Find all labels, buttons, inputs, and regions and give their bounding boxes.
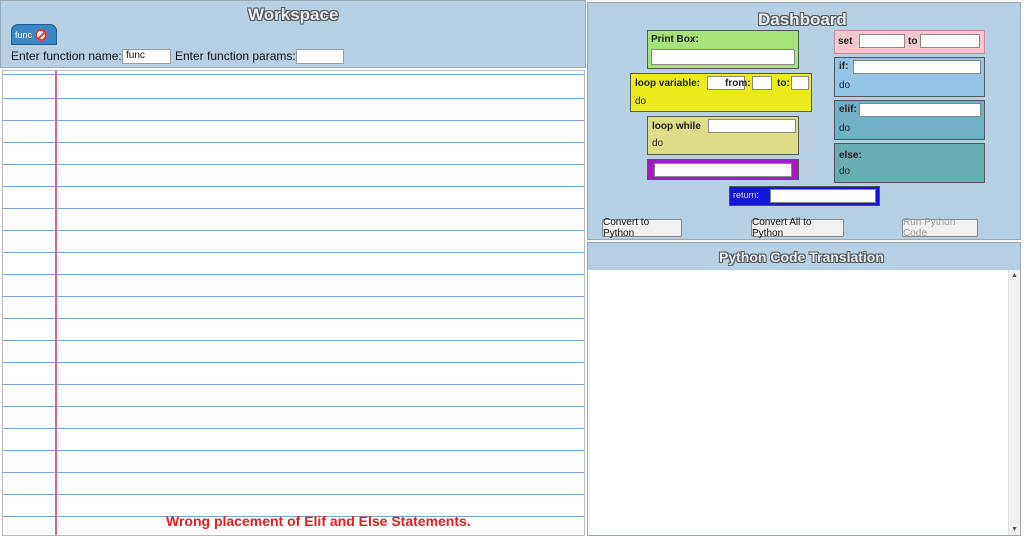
loop-variable-do-label: do [635, 96, 647, 107]
loop-while-label: loop while [652, 121, 701, 132]
set-to-label: to [908, 36, 918, 47]
dashboard-title: Dashboard [758, 10, 847, 29]
elif-condition-input[interactable] [859, 103, 981, 117]
close-tab-icon[interactable] [35, 28, 48, 41]
scroll-up-icon[interactable]: ▲ [1009, 270, 1020, 281]
run-python-code-button[interactable]: Run Python Code [902, 217, 978, 239]
dashboard-panel: Dashboard Print Box: loop variable: from… [587, 2, 1021, 240]
function-params-label: Enter function params: [175, 49, 296, 63]
elif-do-label: do [839, 123, 851, 134]
loop-while-input[interactable] [708, 119, 796, 133]
function-tab[interactable]: func [11, 24, 57, 45]
set-variable-input[interactable] [859, 34, 905, 48]
elif-block[interactable]: elif: do [834, 100, 985, 140]
if-do-label: do [839, 80, 851, 91]
loop-to-label: to: [777, 78, 790, 89]
set-value-input[interactable] [920, 34, 980, 48]
function-tab-label: func [15, 29, 33, 40]
function-name-input[interactable]: func [122, 49, 171, 64]
margin-line [55, 71, 57, 535]
loop-while-block[interactable]: loop while do [647, 116, 799, 155]
workspace-header: Workspace func Enter function name: func… [0, 0, 586, 68]
app-root: Workspace func Enter function name: func… [0, 0, 1026, 538]
loop-variable-label: loop variable: [635, 78, 701, 89]
else-block[interactable]: else: do [834, 143, 985, 183]
function-name-label: Enter function name: [11, 49, 122, 63]
set-block[interactable]: set to [834, 30, 985, 54]
return-block[interactable]: return: [729, 186, 880, 206]
python-panel: Python Code Translation ▲ ▼ [587, 242, 1021, 536]
loop-from-input[interactable] [752, 76, 772, 90]
purple-block[interactable] [647, 159, 799, 180]
print-box-label: Print Box: [651, 34, 699, 45]
if-condition-input[interactable] [853, 60, 981, 74]
if-block[interactable]: if: do [834, 57, 985, 97]
loop-while-do-label: do [652, 138, 664, 149]
if-label: if: [839, 61, 849, 72]
elif-label: elif: [839, 104, 857, 115]
python-code-output[interactable] [588, 270, 1008, 535]
print-box-block[interactable]: Print Box: [647, 30, 799, 69]
print-box-input[interactable] [651, 49, 795, 65]
convert-to-python-button[interactable]: Convert to Python [602, 217, 682, 239]
loop-variable-block[interactable]: loop variable: from: to: do [630, 73, 812, 112]
function-params-input[interactable] [296, 49, 344, 64]
convert-all-to-python-button[interactable]: Convert All to Python [751, 217, 844, 239]
error-message: Wrong placement of Elif and Else Stateme… [166, 513, 471, 529]
code-scrollbar[interactable]: ▲ ▼ [1008, 270, 1020, 535]
python-title: Python Code Translation [719, 249, 884, 265]
workspace-title: Workspace [248, 5, 339, 24]
return-label: return: [733, 190, 760, 200]
return-input[interactable] [770, 189, 876, 203]
workspace-canvas[interactable]: Wrong placement of Elif and Else Stateme… [2, 70, 585, 536]
loop-from-label: from: [725, 78, 751, 89]
python-header: Python Code Translation [588, 243, 1020, 270]
purple-block-input[interactable] [654, 163, 792, 177]
set-label: set [838, 36, 853, 47]
loop-to-input[interactable] [791, 76, 809, 90]
scroll-down-icon[interactable]: ▼ [1009, 524, 1020, 535]
else-do-label: do [839, 166, 851, 177]
else-label: else: [839, 150, 862, 161]
